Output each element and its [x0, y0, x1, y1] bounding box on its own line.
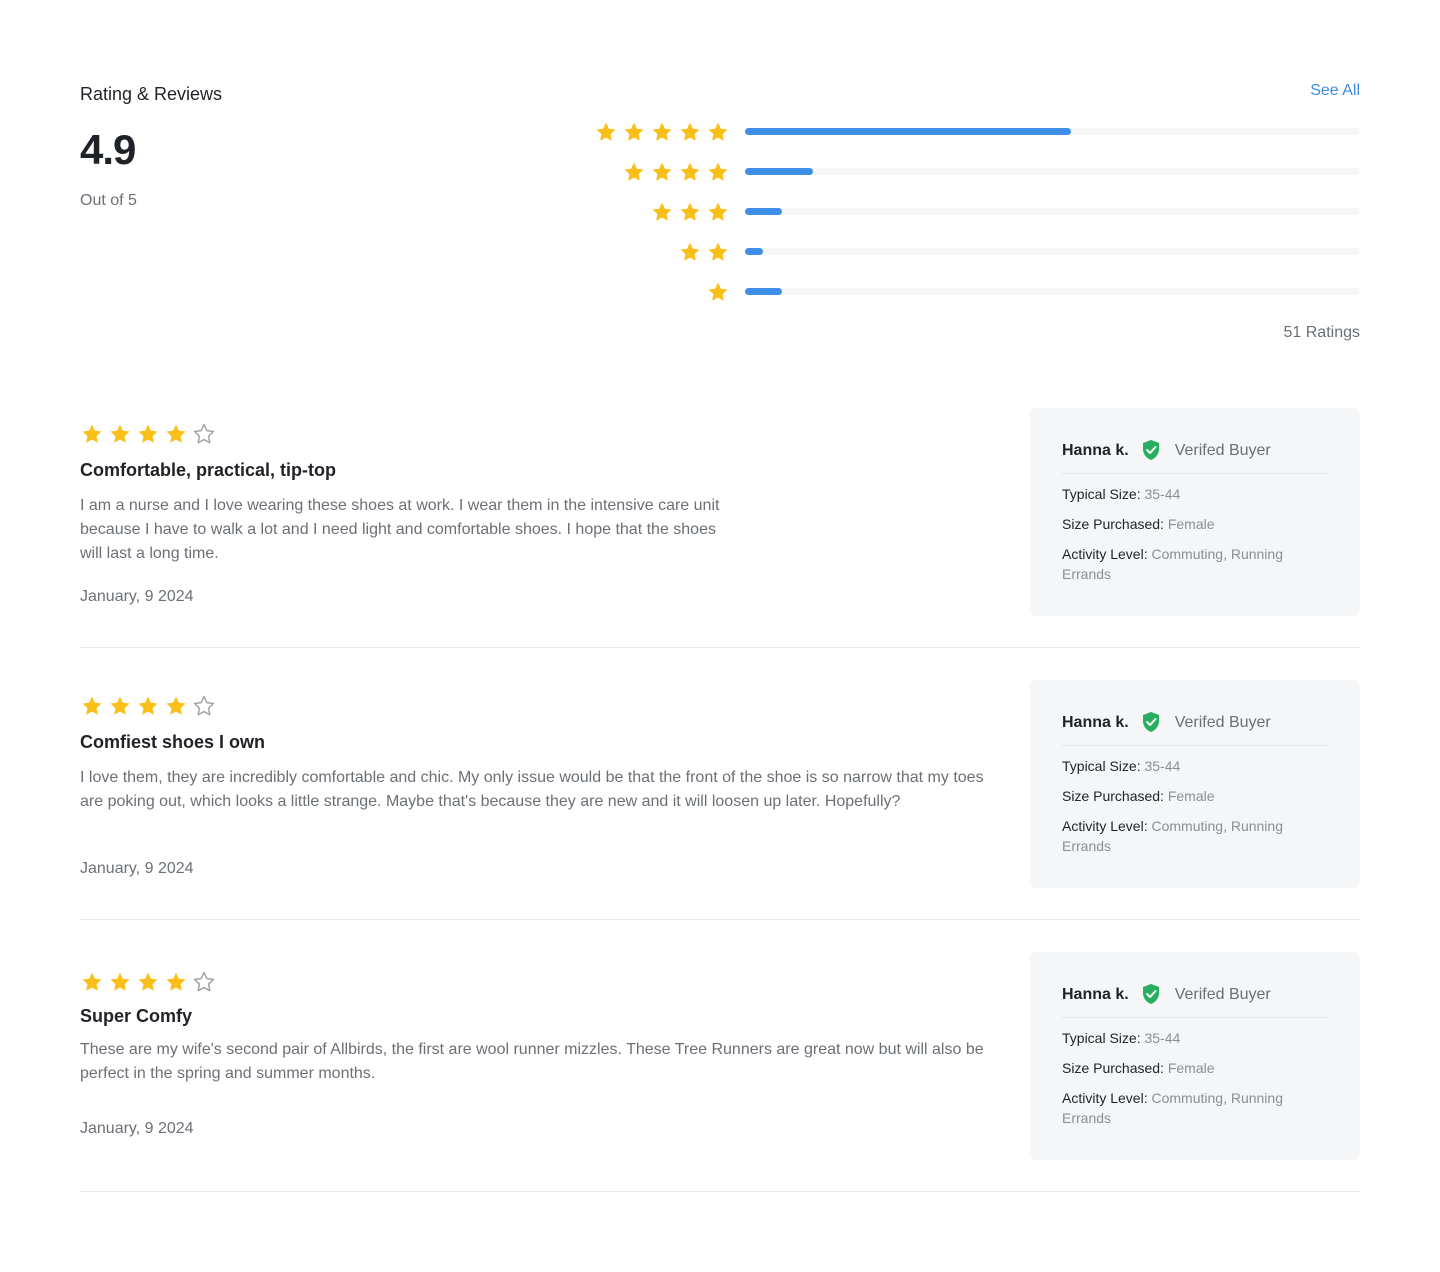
buyer-name: Hanna k.	[1062, 442, 1129, 459]
star-icon	[136, 694, 160, 718]
star-icon	[80, 694, 104, 718]
star-icon	[164, 422, 188, 446]
star-icon	[678, 200, 702, 224]
star-icon	[164, 694, 188, 718]
review-item: Comfortable, practical, tip-top I am a n…	[80, 408, 1360, 648]
shield-check-icon	[1141, 983, 1161, 1005]
star-icon	[678, 240, 702, 264]
activity-level: Activity Level: Commuting, Running Erran…	[1062, 546, 1283, 582]
star-icon	[80, 422, 104, 446]
distribution-bar-track	[745, 248, 1360, 255]
review-item: Comfiest shoes I own I love them, they a…	[80, 680, 1360, 920]
shield-check-icon	[1141, 711, 1161, 733]
star-icon	[678, 120, 702, 144]
verified-badge: Verifed Buyer	[1174, 714, 1271, 731]
distribution-row-5	[594, 120, 1360, 160]
rating-distribution	[594, 120, 1360, 320]
verified-badge: Verifed Buyer	[1174, 442, 1271, 459]
distribution-bar-track	[745, 168, 1360, 175]
buyer-header: Hanna k. Verifed Buyer	[1062, 440, 1328, 474]
star-icon	[164, 970, 188, 994]
star-icon	[706, 160, 730, 184]
typical-size: Typical Size: 35-44	[1062, 486, 1181, 502]
star-icon	[108, 694, 132, 718]
distribution-bar-track	[745, 128, 1360, 135]
distribution-row-4	[594, 160, 1360, 200]
distribution-bar-fill	[745, 288, 782, 295]
row-stars	[650, 200, 730, 224]
shield-check-icon	[1141, 439, 1161, 461]
buyer-card: Hanna k. Verifed Buyer Typical Size: 35-…	[1030, 408, 1360, 616]
verified-badge: Verifed Buyer	[1174, 986, 1271, 1003]
review-body: I love them, they are incredibly comfort…	[80, 769, 984, 810]
typical-size: Typical Size: 35-44	[1062, 1030, 1181, 1046]
review-rating	[80, 970, 216, 994]
buyer-header: Hanna k. Verifed Buyer	[1062, 712, 1328, 746]
average-rating: 4.9	[80, 126, 136, 173]
star-icon	[706, 200, 730, 224]
see-all-link[interactable]: See All	[1310, 82, 1360, 100]
ratings-summary: Rating & Reviews See All 4.9 Out of 5 51…	[80, 0, 1360, 380]
review-date: January, 9 2024	[80, 588, 194, 605]
distribution-row-1	[594, 280, 1360, 320]
star-icon	[80, 970, 104, 994]
row-stars	[622, 160, 730, 184]
distribution-bar-track	[745, 208, 1360, 215]
total-ratings: 51 Ratings	[1283, 324, 1361, 341]
buyer-card: Hanna k. Verifed Buyer Typical Size: 35-…	[1030, 680, 1360, 888]
star-icon	[706, 120, 730, 144]
typical-size: Typical Size: 35-44	[1062, 758, 1181, 774]
size-purchased: Size Purchased: Female	[1062, 1060, 1215, 1076]
star-outline-icon	[192, 422, 216, 446]
star-icon	[136, 422, 160, 446]
star-icon	[650, 120, 674, 144]
review-title: Comfortable, practical, tip-top	[80, 460, 337, 480]
distribution-bar-track	[745, 288, 1360, 295]
star-icon	[622, 160, 646, 184]
star-icon	[678, 160, 702, 184]
buyer-card: Hanna k. Verifed Buyer Typical Size: 35-…	[1030, 952, 1360, 1160]
review-rating	[80, 694, 216, 718]
star-icon	[136, 970, 160, 994]
star-icon	[650, 160, 674, 184]
review-body: These are my wife's second pair of Allbi…	[80, 1041, 984, 1082]
distribution-row-3	[594, 200, 1360, 240]
out-of-label: Out of 5	[80, 192, 137, 209]
review-body: I am a nurse and I love wearing these sh…	[80, 497, 720, 562]
star-icon	[108, 970, 132, 994]
distribution-bar-fill	[745, 128, 1071, 135]
section-title: Rating & Reviews	[80, 84, 223, 104]
distribution-bar-fill	[745, 208, 782, 215]
size-purchased: Size Purchased: Female	[1062, 788, 1215, 804]
star-icon	[594, 120, 618, 144]
size-purchased: Size Purchased: Female	[1062, 516, 1215, 532]
star-icon	[650, 200, 674, 224]
star-icon	[706, 280, 730, 304]
row-stars	[706, 280, 730, 304]
review-title: Super Comfy	[80, 1006, 193, 1026]
review-date: January, 9 2024	[80, 860, 194, 877]
distribution-bar-fill	[745, 248, 764, 255]
star-icon	[108, 422, 132, 446]
review-rating	[80, 422, 216, 446]
review-date: January, 9 2024	[80, 1120, 194, 1137]
distribution-row-2	[594, 240, 1360, 280]
star-outline-icon	[192, 970, 216, 994]
distribution-bar-fill	[745, 168, 813, 175]
row-stars	[678, 240, 730, 264]
row-stars	[594, 120, 730, 144]
review-title: Comfiest shoes I own	[80, 732, 266, 752]
activity-level: Activity Level: Commuting, Running Erran…	[1062, 818, 1283, 854]
star-outline-icon	[192, 694, 216, 718]
buyer-name: Hanna k.	[1062, 714, 1129, 731]
review-item: Super Comfy These are my wife's second p…	[80, 952, 1360, 1192]
buyer-name: Hanna k.	[1062, 986, 1129, 1003]
star-icon	[622, 120, 646, 144]
activity-level: Activity Level: Commuting, Running Erran…	[1062, 1090, 1283, 1126]
star-icon	[706, 240, 730, 264]
buyer-header: Hanna k. Verifed Buyer	[1062, 984, 1328, 1018]
